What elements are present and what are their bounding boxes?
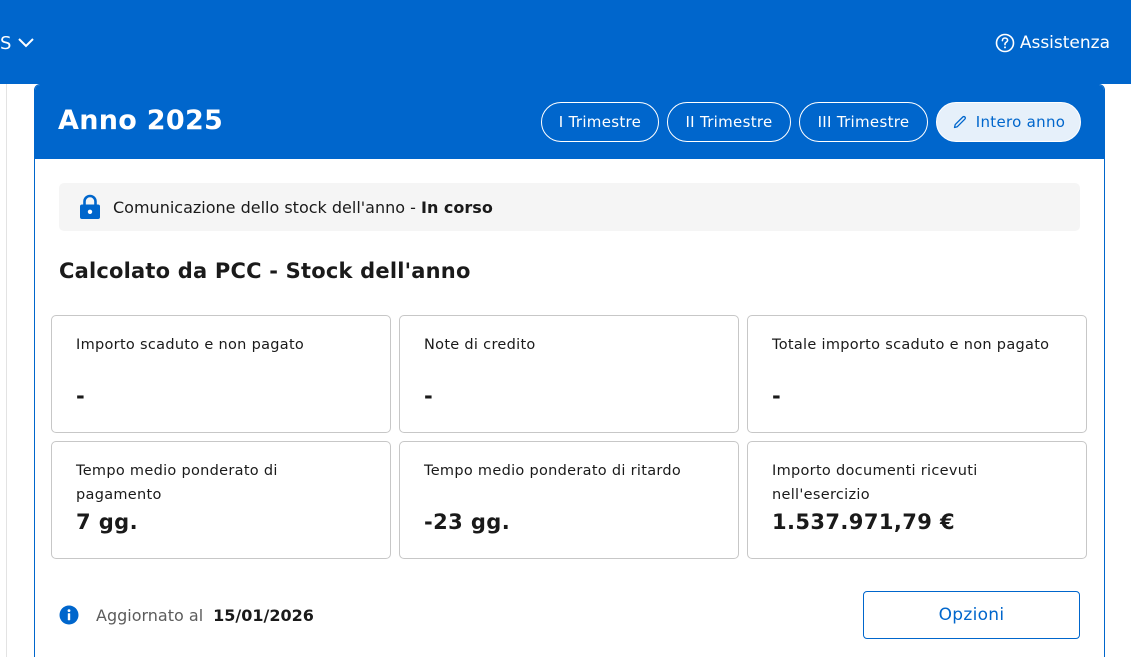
options-button-label: Opzioni: [938, 605, 1005, 625]
updated-date: 15/01/2026: [213, 605, 314, 625]
metric-value: -: [772, 384, 782, 408]
question-circle-icon: [995, 33, 1015, 53]
metric-value: -: [76, 384, 86, 408]
edit-pencil-icon: [953, 115, 966, 129]
metric-tile: Note di credito -: [399, 315, 739, 433]
status-state: In corso: [421, 197, 493, 217]
metric-label: Tempo medio ponderato di ritardo: [424, 463, 682, 479]
metric-tile: Importo scaduto e non pagato -: [51, 315, 391, 433]
entity-selector[interactable]: S: [0, 31, 35, 55]
updated-label: Aggiornato al: [96, 605, 204, 625]
tab-full-year[interactable]: Intero anno: [936, 102, 1081, 142]
entity-selector-label: S: [0, 32, 12, 54]
tab-label: III Trimestre: [817, 113, 910, 131]
section-title: Calcolato da PCC - Stock dell'anno: [59, 259, 471, 283]
tab-label: II Trimestre: [685, 113, 773, 131]
metric-label: Tempo medio ponderato di pagamento: [76, 463, 278, 503]
tab-q3[interactable]: III Trimestre: [799, 102, 928, 142]
metric-label: Totale importo scaduto e non pagato: [772, 337, 1050, 353]
metric-label: Importo scaduto e non pagato: [76, 337, 305, 353]
metric-value: -23 gg.: [424, 510, 511, 534]
tab-q2[interactable]: II Trimestre: [667, 102, 791, 142]
metric-value: 1.537.971,79 €: [772, 510, 955, 534]
metric-tile: Tempo medio ponderato di ritardo -23 gg.: [399, 441, 739, 559]
metric-tile: Totale importo scaduto e non pagato -: [747, 315, 1087, 433]
tab-label: I Trimestre: [558, 113, 642, 131]
tab-q1[interactable]: I Trimestre: [541, 102, 659, 142]
options-button[interactable]: Opzioni: [863, 591, 1080, 639]
card-header: Anno 2025 I Trimestre II Trimestre III T…: [35, 85, 1104, 159]
metric-label: Note di credito: [424, 337, 536, 353]
status-notification: Comunicazione dello stock dell'anno - In…: [59, 183, 1080, 231]
tab-label: Intero anno: [975, 113, 1066, 131]
metric-tile: Tempo medio ponderato di pagamento 7 gg.: [51, 441, 391, 559]
top-navbar: S Assistenza: [0, 0, 1131, 84]
help-link[interactable]: Assistenza: [995, 31, 1110, 55]
year-stock-card: Anno 2025 I Trimestre II Trimestre III T…: [34, 84, 1105, 657]
year-title: Anno 2025: [58, 105, 224, 136]
info-icon: [59, 605, 79, 625]
lock-icon: [79, 194, 101, 220]
sidebar-divider: [6, 84, 7, 657]
metric-tile: Importo documenti ricevuti nell'esercizi…: [747, 441, 1087, 559]
status-text: Comunicazione dello stock dell'anno - In…: [113, 197, 493, 217]
update-info: Aggiornato al 15/01/2026: [59, 601, 314, 629]
chevron-down-icon: [18, 38, 35, 48]
metric-label: Importo documenti ricevuti nell'esercizi…: [772, 463, 978, 503]
help-label: Assistenza: [1019, 33, 1110, 53]
metric-value: 7 gg.: [76, 510, 138, 534]
metric-value: -: [424, 384, 434, 408]
